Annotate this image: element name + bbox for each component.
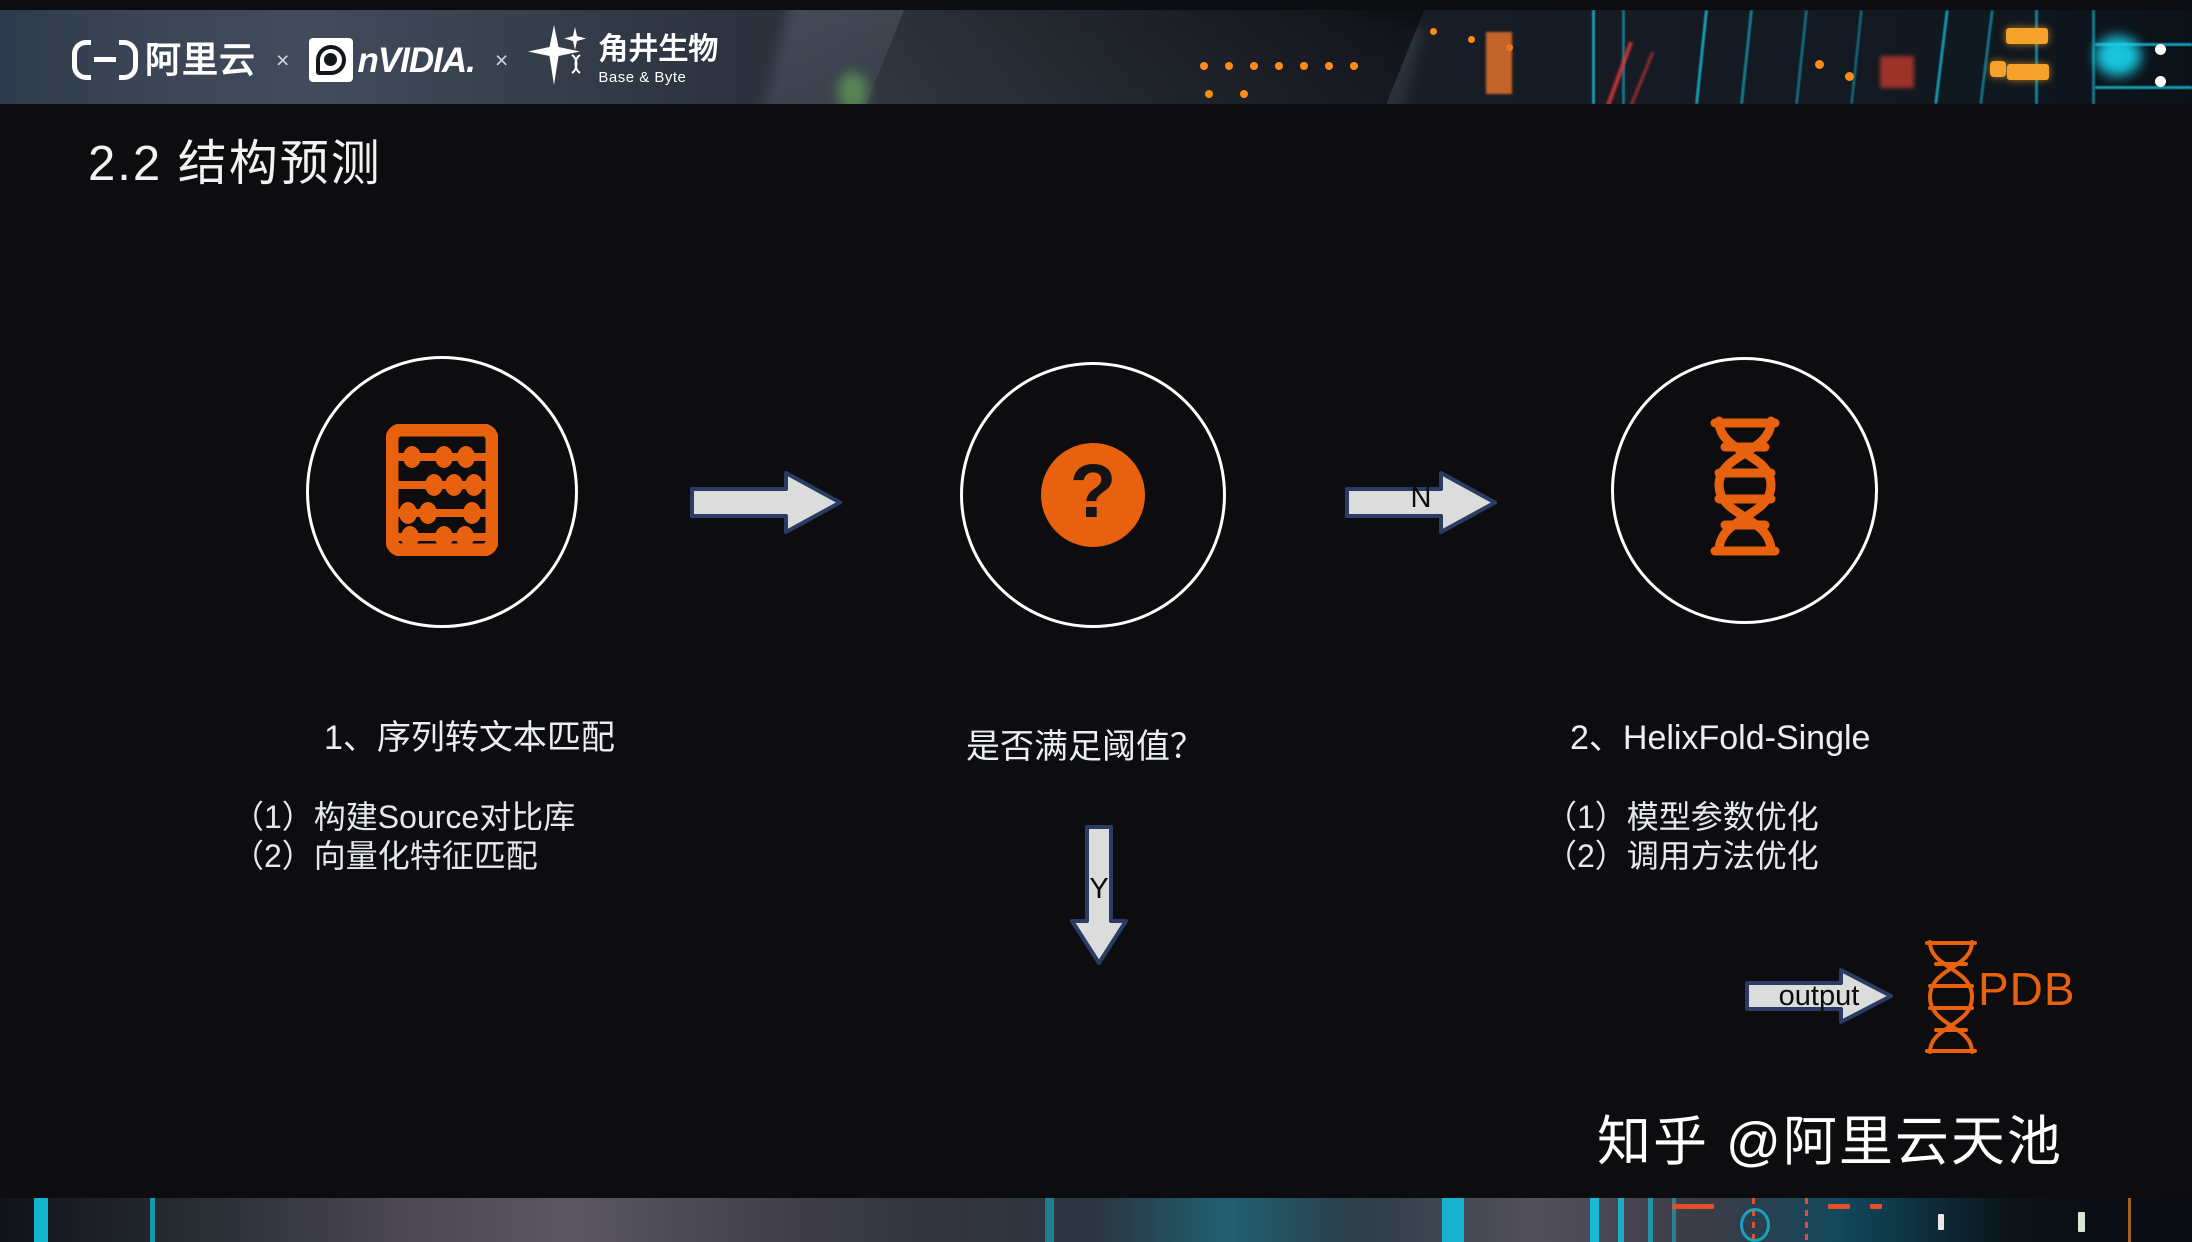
banner-line [1934, 10, 1949, 104]
arrow-decision-yes: Y [1070, 825, 1128, 965]
node-caption-helixfold: 2、HelixFold-Single [1570, 719, 1871, 757]
bullet-item: （1）构建Source对比库 [232, 799, 576, 835]
banner-chip [2006, 28, 2048, 44]
banner-chip [1990, 61, 2006, 77]
base-and-byte-en: Base & Byte [598, 69, 687, 86]
base-and-byte-cn: 角井生物 [598, 33, 719, 66]
nvidia-logo: nVIDIA. [309, 38, 476, 82]
banner-dot [2155, 44, 2166, 55]
alibaba-cloud-mark-icon [72, 40, 138, 80]
banner-line [1695, 10, 1708, 104]
base-and-byte-text: 角井生物 Base & Byte [598, 33, 719, 86]
footer-line [34, 1198, 48, 1242]
nvidia-logo-text: nVIDIA. [357, 40, 475, 80]
logo-separator-icon: × [276, 46, 290, 73]
banner-block [1880, 56, 1914, 88]
banner-dot [1250, 62, 1258, 70]
logo-separator-icon: × [494, 46, 509, 73]
banner-dot [1205, 90, 1213, 98]
banner-dark-wedge [855, 10, 1425, 104]
base-and-byte-logo: 角井生物 Base & Byte [528, 24, 719, 96]
bullet-item: （2）调用方法优化 [1545, 838, 1819, 875]
banner-dot [1325, 62, 1333, 70]
dna-helix-icon [1699, 413, 1791, 568]
banner-line [1740, 10, 1753, 104]
footer-line [1590, 1198, 1599, 1242]
footer-line [1648, 1198, 1653, 1242]
banner-line [2095, 86, 2192, 89]
arrow-decision-no: N [1345, 470, 1497, 535]
watermark: 知乎 @阿里云天池 [1597, 1112, 2063, 1172]
footer-line [150, 1198, 155, 1242]
footer-line [2128, 1198, 2131, 1242]
banner-dot [1845, 72, 1854, 81]
footer-line [1045, 1198, 1054, 1242]
nvidia-eye-icon [309, 38, 354, 82]
abacus-icon [385, 423, 499, 561]
footer-dot [1672, 1204, 1714, 1209]
node-caption-sequence-match: 1、序列转文本匹配 [324, 719, 615, 757]
logo-lockup: 阿里云 × nVIDIA. × 角井生物 Base & Byte [72, 24, 718, 96]
alibaba-cloud-logo: 阿里云 [72, 40, 256, 80]
page-title: 2.2 结构预测 [88, 137, 382, 191]
banner-line [2035, 10, 2038, 104]
banner-line [1795, 10, 1808, 104]
alibaba-cloud-dash [94, 57, 116, 62]
banner-chip [2007, 64, 2049, 80]
footer-dot [2078, 1212, 2085, 1232]
banner-dot [1468, 36, 1475, 43]
footer-dot [1938, 1214, 1944, 1230]
footer-ring [1740, 1208, 1770, 1242]
node-bullets-sequence-match: （1）构建Source对比库 （2）向量化特征匹配 [232, 798, 575, 876]
node-bullets-helixfold: （1）模型参数优化 （2）调用方法优化 [1545, 798, 1819, 876]
question-mark-icon: ? [1041, 443, 1145, 547]
banner-glow [838, 72, 868, 104]
bullet-item: （1）模型参数优化 [1545, 799, 1819, 835]
arrow-match-to-decision [690, 470, 842, 535]
banner-line [1592, 10, 1595, 104]
node-helixfold-single[interactable] [1611, 357, 1878, 624]
footer-line [1618, 1198, 1624, 1242]
banner-dot [1430, 28, 1437, 35]
footer-strip [0, 1198, 2192, 1242]
banner-line [1850, 10, 1863, 104]
banner-block [1486, 32, 1512, 94]
footer-dot [1870, 1204, 1882, 1209]
dna-helix-icon [1918, 938, 1984, 1061]
header-banner: 阿里云 × nVIDIA. × 角井生物 Base & Byte [0, 10, 2192, 104]
banner-glow [2095, 36, 2141, 76]
banner-dot [2155, 76, 2166, 87]
banner-dot [1240, 90, 1248, 98]
banner-dot [1200, 62, 1208, 70]
footer-line [1442, 1198, 1464, 1242]
node-caption-threshold: 是否满足阈值？ [966, 728, 1204, 766]
banner-dot [1225, 62, 1233, 70]
banner-accent [1603, 41, 1633, 104]
slide-root: 阿里云 × nVIDIA. × 角井生物 Base & Byte 2.2 结构预… [0, 0, 2192, 1242]
banner-line [1979, 10, 1994, 104]
node-threshold-decision[interactable]: ? [960, 362, 1226, 628]
alibaba-cloud-logo-text: 阿里云 [145, 39, 257, 80]
footer-dot [1828, 1204, 1850, 1209]
output-row: output PDB [1745, 940, 2076, 1054]
output-format-label: PDB [1978, 963, 2076, 1015]
banner-dot [1275, 62, 1283, 70]
bullet-item: （2）向量化特征匹配 [232, 838, 538, 875]
banner-dot [1350, 62, 1358, 70]
banner-accent [1628, 51, 1655, 104]
arrow-output: output [1745, 968, 1893, 1024]
node-sequence-match[interactable] [306, 356, 578, 628]
banner-dot [1300, 62, 1308, 70]
footer-dash [1805, 1198, 1808, 1242]
banner-dot [1815, 60, 1824, 69]
sparkle-star-icon [528, 24, 594, 96]
